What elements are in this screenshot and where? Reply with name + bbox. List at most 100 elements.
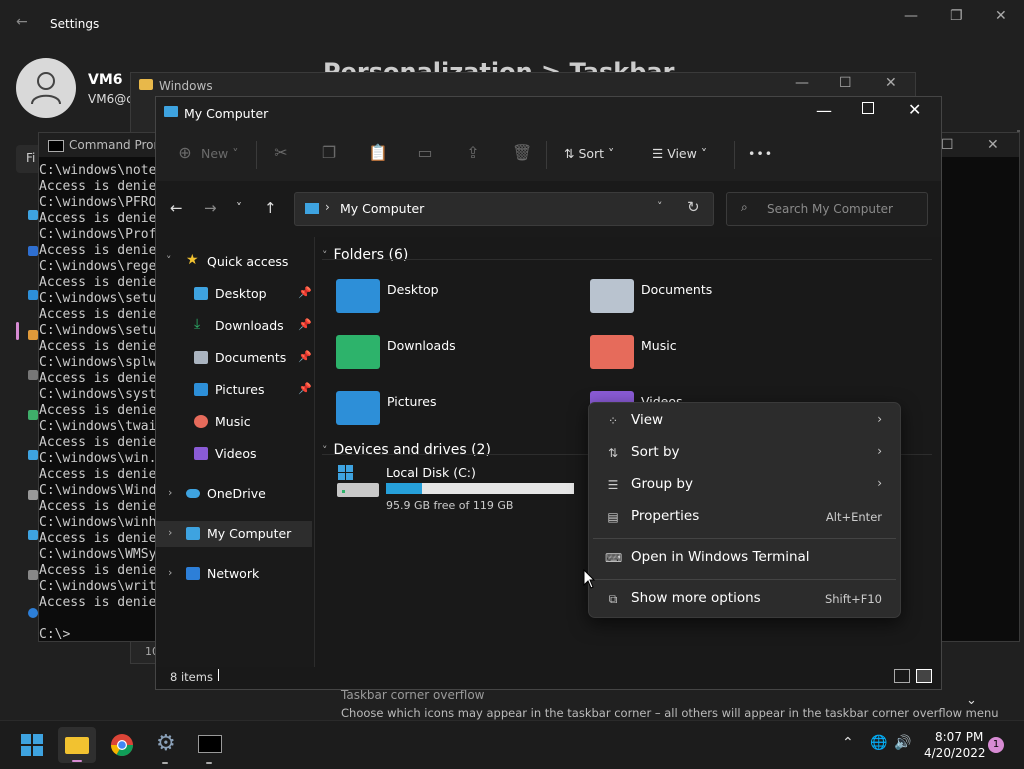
recent-locations-chevron-icon[interactable]: ˅ (236, 201, 242, 215)
details-view-icon[interactable] (894, 669, 910, 683)
taskbar-chrome[interactable] (106, 729, 138, 761)
cmd-icon (48, 140, 64, 152)
drive-local-disk-c[interactable]: Local Disk (C:) 95.9 GB free of 119 GB (336, 465, 576, 515)
accessibility-icon[interactable] (28, 530, 38, 540)
close-icon[interactable]: ✕ (908, 100, 921, 119)
cut-icon[interactable]: ✂ (272, 144, 290, 162)
maximize-icon[interactable]: ☐ (941, 137, 954, 153)
nav-item-downloads[interactable]: ⤓ Downloads 📌 (156, 313, 314, 339)
chevron-down-icon[interactable]: ˅ (657, 200, 663, 213)
nav-label: Pictures (215, 382, 265, 397)
gaming-icon[interactable] (28, 490, 38, 500)
globe-icon[interactable]: 🌐 (870, 735, 887, 751)
folder-desktop[interactable]: Desktop (336, 279, 576, 327)
menu-item-view[interactable]: ⁘ View › (593, 406, 896, 436)
nav-label: Documents (215, 350, 287, 365)
chevron-down-icon[interactable]: ˅ (322, 249, 328, 262)
maximize-icon[interactable]: ☐ (839, 75, 852, 91)
search-input[interactable]: ⌕ Search My Computer (726, 192, 928, 226)
taskbar-terminal[interactable] (194, 729, 226, 764)
menu-item-sort-by[interactable]: ⇅ Sort by › (593, 438, 896, 468)
folder-pictures[interactable]: Pictures (336, 391, 576, 439)
taskbar-settings[interactable]: ⚙ (150, 729, 182, 764)
refresh-icon[interactable]: ↻ (687, 198, 700, 216)
nav-item-music[interactable]: Music (156, 409, 314, 435)
close-icon[interactable]: ✕ (995, 8, 1007, 24)
forward-arrow-icon[interactable]: → (204, 199, 217, 217)
view-button[interactable]: ☰ View ˅ (652, 146, 707, 161)
avatar (16, 58, 76, 118)
nav-item-desktop[interactable]: Desktop 📌 (156, 281, 314, 307)
menu-item-properties[interactable]: ▤ Properties Alt+Enter (593, 502, 896, 532)
bluetooth-icon[interactable] (28, 246, 38, 256)
chevron-down-icon[interactable]: ˅ (166, 254, 172, 267)
nav-item-documents[interactable]: Documents 📌 (156, 345, 314, 371)
videos-icon (194, 447, 208, 460)
folder-downloads[interactable]: Downloads (336, 335, 576, 383)
clock-date[interactable]: 4/20/2022 (924, 746, 986, 760)
nav-item-pictures[interactable]: Pictures 📌 (156, 377, 314, 403)
address-bar[interactable]: › My Computer ˅ ↻ (294, 192, 714, 226)
chevron-right-icon[interactable]: › (325, 200, 330, 214)
notification-badge[interactable]: 1 (988, 737, 1004, 753)
folder-documents[interactable]: Documents (590, 279, 830, 327)
cmd-prompt[interactable]: C:\> (39, 627, 70, 642)
nav-item-onedrive[interactable]: › OneDrive (156, 481, 314, 507)
menu-item-group-by[interactable]: ☰ Group by › (593, 470, 896, 500)
chevron-right-icon[interactable]: › (168, 566, 172, 579)
chevron-right-icon[interactable]: › (168, 486, 172, 499)
nav-item-my-computer[interactable]: › My Computer (156, 521, 312, 547)
menu-item-open-terminal[interactable]: ⌨ Open in Windows Terminal (593, 543, 896, 573)
window-title: My Computer (184, 106, 269, 121)
toolbar-divider (734, 141, 735, 169)
delete-icon[interactable]: 🗑 (512, 144, 532, 162)
share-icon[interactable]: ⇪ (464, 144, 482, 162)
menu-item-show-more-options[interactable]: ⧉ Show more options Shift+F10 (593, 584, 896, 614)
minimize-icon[interactable]: — (816, 101, 832, 120)
up-arrow-icon[interactable]: ↑ (264, 199, 277, 217)
computer-icon (186, 527, 200, 540)
address-path[interactable]: My Computer (340, 201, 424, 216)
nav-quick-access[interactable]: ˅ ★ Quick access (156, 249, 314, 275)
personalization-icon[interactable] (28, 330, 38, 340)
folders-section-header[interactable]: ˅ Folders (6) (322, 247, 408, 263)
start-button[interactable] (16, 729, 48, 761)
clock-time[interactable]: 8:07 PM (935, 730, 983, 744)
cmd-line: Access is denie (39, 179, 157, 194)
volume-icon[interactable]: 🔊 (894, 735, 911, 751)
accounts-icon[interactable] (28, 410, 38, 420)
time-language-icon[interactable] (28, 450, 38, 460)
rename-icon[interactable]: ▭ (416, 144, 434, 162)
nav-item-videos[interactable]: Videos (156, 441, 314, 467)
network-icon[interactable] (28, 290, 38, 300)
restore-icon[interactable]: ❐ (950, 8, 963, 24)
drives-section-header[interactable]: ˅ Devices and drives (2) (322, 442, 491, 458)
windows-update-icon[interactable] (28, 608, 38, 618)
back-arrow-icon[interactable]: ← (170, 199, 183, 217)
taskbar-file-explorer[interactable] (58, 727, 96, 763)
close-icon[interactable]: ✕ (885, 75, 897, 91)
large-icons-view-icon[interactable] (916, 669, 932, 683)
section-label: Folders (6) (333, 247, 409, 263)
maximize-icon[interactable] (862, 102, 874, 114)
paste-icon[interactable]: 📋 (368, 144, 388, 162)
nav-item-network[interactable]: › Network (156, 561, 314, 587)
folder-music[interactable]: Music (590, 335, 830, 383)
chevron-down-icon[interactable]: ˅ (322, 444, 328, 457)
chevron-up-icon[interactable]: ⌃ (842, 735, 854, 751)
new-button[interactable]: New ˅ (201, 146, 239, 161)
copy-icon[interactable]: ❐ (320, 144, 338, 162)
drive-name: Local Disk (C:) (386, 465, 476, 480)
privacy-icon[interactable] (28, 570, 38, 580)
minimize-icon[interactable]: — (795, 75, 809, 91)
close-icon[interactable]: ✕ (987, 137, 999, 153)
chevron-down-icon[interactable]: ⌄ (966, 693, 977, 708)
explorer-titlebar[interactable]: My Computer — ✕ (156, 97, 941, 129)
apps-icon[interactable] (28, 370, 38, 380)
sort-button[interactable]: ⇅ Sort ˅ (564, 146, 614, 161)
chevron-right-icon[interactable]: › (168, 526, 172, 539)
more-options-button[interactable]: ••• (748, 146, 773, 161)
system-icon[interactable] (28, 210, 38, 220)
minimize-icon[interactable]: — (904, 8, 918, 24)
back-arrow-icon[interactable]: ← (16, 14, 28, 30)
